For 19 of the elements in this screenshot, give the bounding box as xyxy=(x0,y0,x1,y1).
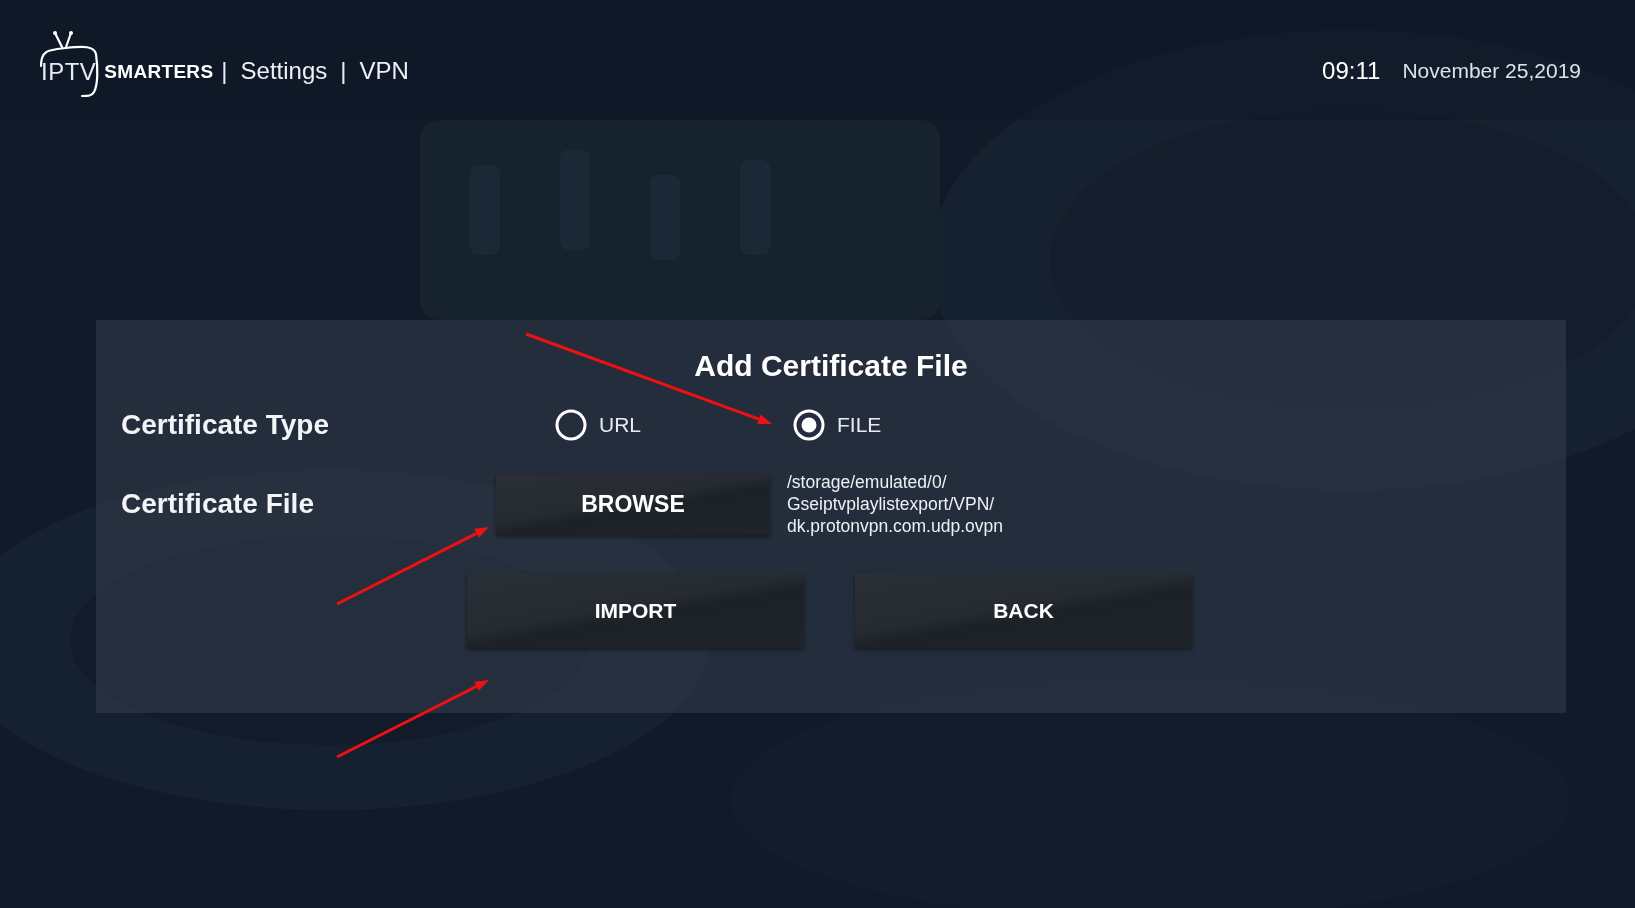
radio-unchecked-icon[interactable] xyxy=(555,409,587,441)
radio-checked-icon[interactable] xyxy=(793,409,825,441)
dialog-button[interactable]: BACK xyxy=(855,573,1192,648)
radio-label[interactable]: URL xyxy=(599,413,641,437)
radio-label[interactable]: FILE xyxy=(837,413,882,437)
logo-text: IPTV xyxy=(41,58,97,86)
date-text: November 25,2019 xyxy=(1402,58,1581,83)
breadcrumb-separator: | xyxy=(221,57,228,85)
dialog-button[interactable]: IMPORT xyxy=(467,573,804,648)
clock-time: 09:11 xyxy=(1322,56,1381,85)
file-path: /storage/emulated/0/ Gseiptvplaylistexport/VPN/ dk.protonvpn.com.udp.ovpn xyxy=(787,471,1003,537)
browse-button[interactable]: BROWSE xyxy=(496,473,770,535)
logo-text: SMARTERS xyxy=(104,61,214,83)
breadcrumb-separator: | xyxy=(340,57,347,85)
breadcrumb-item: Settings xyxy=(240,57,328,85)
field-label: Certificate Type xyxy=(121,409,330,441)
dialog-title: Add Certificate File xyxy=(693,348,969,384)
field-label: Certificate File xyxy=(121,488,315,520)
breadcrumb-item: VPN xyxy=(359,57,409,85)
